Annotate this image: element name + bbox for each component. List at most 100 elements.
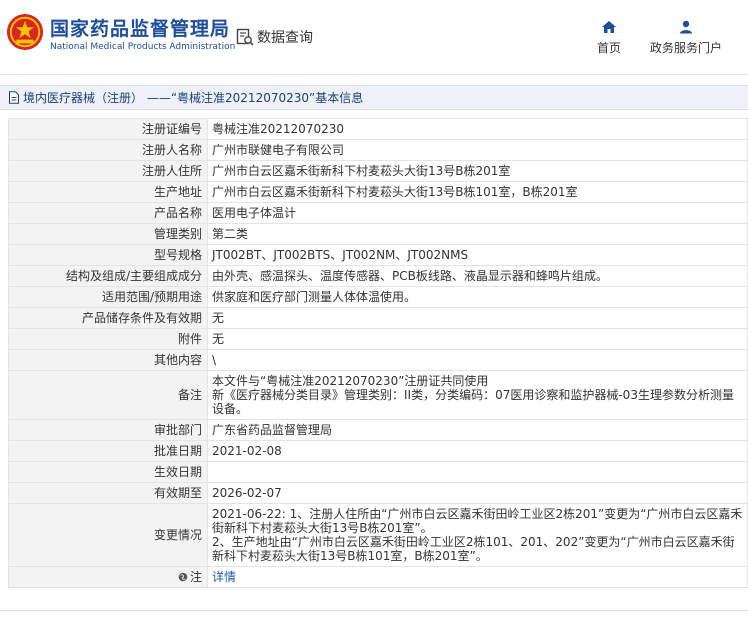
field-label: 注	[8, 566, 208, 588]
data-query-label: 数据查询	[257, 30, 313, 46]
field-label-text: 注册证编号	[141, 122, 202, 136]
field-value: 广州市白云区嘉禾街新科下村麦菘头大街13号B栋101室，B栋201室	[207, 181, 748, 203]
field-label: 注册证编号	[8, 118, 208, 140]
field-value-text: 第二类	[212, 227, 249, 241]
table-row: 有效期至 2026-02-07	[8, 482, 748, 504]
nav-portal-link[interactable]: 政务服务门户	[650, 20, 722, 56]
field-label-text: 附件	[177, 332, 202, 346]
field-value: 医用电子体温计	[207, 202, 748, 224]
data-query-link[interactable]: 数据查询	[236, 27, 313, 47]
table-row: 注详情	[8, 566, 748, 588]
field-label-text: 其他内容	[153, 353, 202, 367]
field-label: 有效期至	[8, 482, 208, 504]
field-value	[207, 461, 748, 483]
field-label-text: 生效日期	[153, 465, 202, 479]
field-value: 无	[207, 307, 748, 329]
field-label: 注册人名称	[8, 139, 208, 161]
field-value: 广州市联健电子有限公司	[207, 139, 748, 161]
field-label-text: 产品储存条件及有效期	[81, 311, 202, 325]
field-label-text: 有效期至	[153, 486, 202, 500]
field-value-text: 医用电子体温计	[212, 206, 297, 220]
table-row: 审批部门 广东省药品监督管理局	[8, 419, 748, 441]
field-label-text: 产品名称	[153, 206, 202, 220]
field-value-text: 广州市联健电子有限公司	[212, 143, 345, 157]
field-label: 注册人住所	[8, 160, 208, 182]
table-row: 适用范围/预期用途 供家庭和医疗部门测量人体体温使用。	[8, 286, 748, 308]
field-value: JT002BT、JT002BTS、JT002NM、JT002NMS	[207, 244, 748, 266]
field-label-text: 注册人住所	[141, 164, 202, 178]
field-label-text: 生产地址	[153, 185, 202, 199]
table-row: 注册人住所 广州市白云区嘉禾街新科下村麦菘头大街13号B栋201室	[8, 160, 748, 182]
field-value-text: 由外壳、感温探头、温度传感器、PCB板线路、液晶显示器和蜂鸣片组成。	[212, 269, 608, 283]
field-label: 产品名称	[8, 202, 208, 224]
field-value: 供家庭和医疗部门测量人体体温使用。	[207, 286, 748, 308]
field-value-text: 2026-02-07	[212, 486, 282, 500]
document-icon	[9, 91, 19, 104]
field-value: 详情	[207, 566, 748, 588]
field-label: 结构及组成/主要组成成分	[8, 265, 208, 287]
field-value-text: 粤械注准20212070230	[212, 122, 344, 136]
field-label: 批准日期	[8, 440, 208, 462]
breadcrumb-text[interactable]: 境内医疗器械（注册） ——“粤械注准20212070230”基本信息	[23, 89, 363, 106]
globe-icon	[178, 572, 188, 582]
field-label-text: 批准日期	[153, 444, 202, 458]
field-label: 产品储存条件及有效期	[8, 307, 208, 329]
table-row: 备注 本文件与“粤械注准20212070230”注册证共同使用 新《医疗器械分类目录…	[8, 370, 748, 420]
table-row: 批准日期 2021-02-08	[8, 440, 748, 462]
user-icon	[680, 20, 692, 34]
field-label-text: 审批部门	[153, 423, 202, 437]
field-label: 型号规格	[8, 244, 208, 266]
site-subtitle: National Medical Products Administration	[50, 42, 236, 52]
field-label: 生效日期	[8, 461, 208, 483]
field-value-line: 新《医疗器械分类目录》管理类别：II类，分类编码：07医用诊察和监护器械-03生…	[212, 388, 734, 416]
document-search-icon	[236, 28, 254, 46]
field-label-text: 适用范围/预期用途	[101, 290, 202, 304]
field-value-text: \	[212, 353, 217, 367]
field-value-text: JT002BT、JT002BTS、JT002NM、JT002NMS	[212, 248, 469, 262]
nav-portal-label: 政务服务门户	[650, 41, 723, 55]
national-emblem-logo	[6, 13, 44, 51]
field-value-text: 广州市白云区嘉禾街新科下村麦菘头大街13号B栋101室，B栋201室	[212, 185, 578, 199]
field-value: 2021-06-22: 1、注册人住所由“广州市白云区嘉禾街田岭工业区2栋201…	[207, 503, 748, 567]
field-value: 广东省药品监督管理局	[207, 419, 748, 441]
field-label-text: 型号规格	[153, 248, 202, 262]
table-row: 注册人名称 广州市联健电子有限公司	[8, 139, 748, 161]
field-label: 管理类别	[8, 223, 208, 245]
field-value: 粤械注准20212070230	[207, 118, 748, 140]
field-label-text: 注	[189, 570, 202, 584]
home-icon	[602, 21, 616, 33]
table-row: 结构及组成/主要组成成分 由外壳、感温探头、温度传感器、PCB板线路、液晶显示器和…	[8, 265, 748, 287]
field-label: 备注	[8, 370, 208, 420]
footer-divider	[0, 610, 748, 611]
breadcrumb: 境内医疗器械（注册） ——“粤械注准20212070230”基本信息	[0, 85, 748, 110]
field-label-text: 结构及组成/主要组成成分	[65, 269, 202, 283]
field-label-text: 注册人名称	[141, 143, 202, 157]
site-title[interactable]: 国家药品监督管理局	[50, 14, 230, 41]
field-value-text: 广州市白云区嘉禾街新科下村麦菘头大街13号B栋201室	[212, 164, 511, 178]
field-value-text: 广东省药品监督管理局	[212, 423, 333, 437]
table-row: 管理类别 第二类	[8, 223, 748, 245]
field-value: 2021-02-08	[207, 440, 748, 462]
field-label-text: 备注	[177, 388, 202, 402]
field-label: 附件	[8, 328, 208, 350]
field-label: 生产地址	[8, 181, 208, 203]
table-row: 生效日期	[8, 461, 748, 483]
nav-home-link[interactable]: 首页	[597, 20, 621, 56]
field-value-text: 供家庭和医疗部门测量人体体温使用。	[212, 290, 417, 304]
field-value: 无	[207, 328, 748, 350]
details-link[interactable]: 详情	[212, 570, 236, 584]
field-value: 第二类	[207, 223, 748, 245]
field-value-text: 无	[212, 311, 225, 325]
table-row: 生产地址 广州市白云区嘉禾街新科下村麦菘头大街13号B栋101室，B栋201室	[8, 181, 748, 203]
site-header: 国家药品监督管理局 National Medical Products Admi…	[0, 0, 748, 75]
field-value: 广州市白云区嘉禾街新科下村麦菘头大街13号B栋201室	[207, 160, 748, 182]
field-label-text: 管理类别	[153, 227, 202, 241]
field-value-text: 2021-02-08	[212, 444, 282, 458]
field-value: \	[207, 349, 748, 371]
table-row: 变更情况 2021-06-22: 1、注册人住所由“广州市白云区嘉禾街田岭工业区2…	[8, 503, 748, 567]
field-value-line: 本文件与“粤械注准20212070230”注册证共同使用	[212, 374, 489, 388]
nav-home-label: 首页	[597, 41, 622, 55]
field-value: 2026-02-07	[207, 482, 748, 504]
table-row: 附件无	[8, 328, 748, 350]
table-row: 注册证编号 粤械注准20212070230	[8, 118, 748, 140]
